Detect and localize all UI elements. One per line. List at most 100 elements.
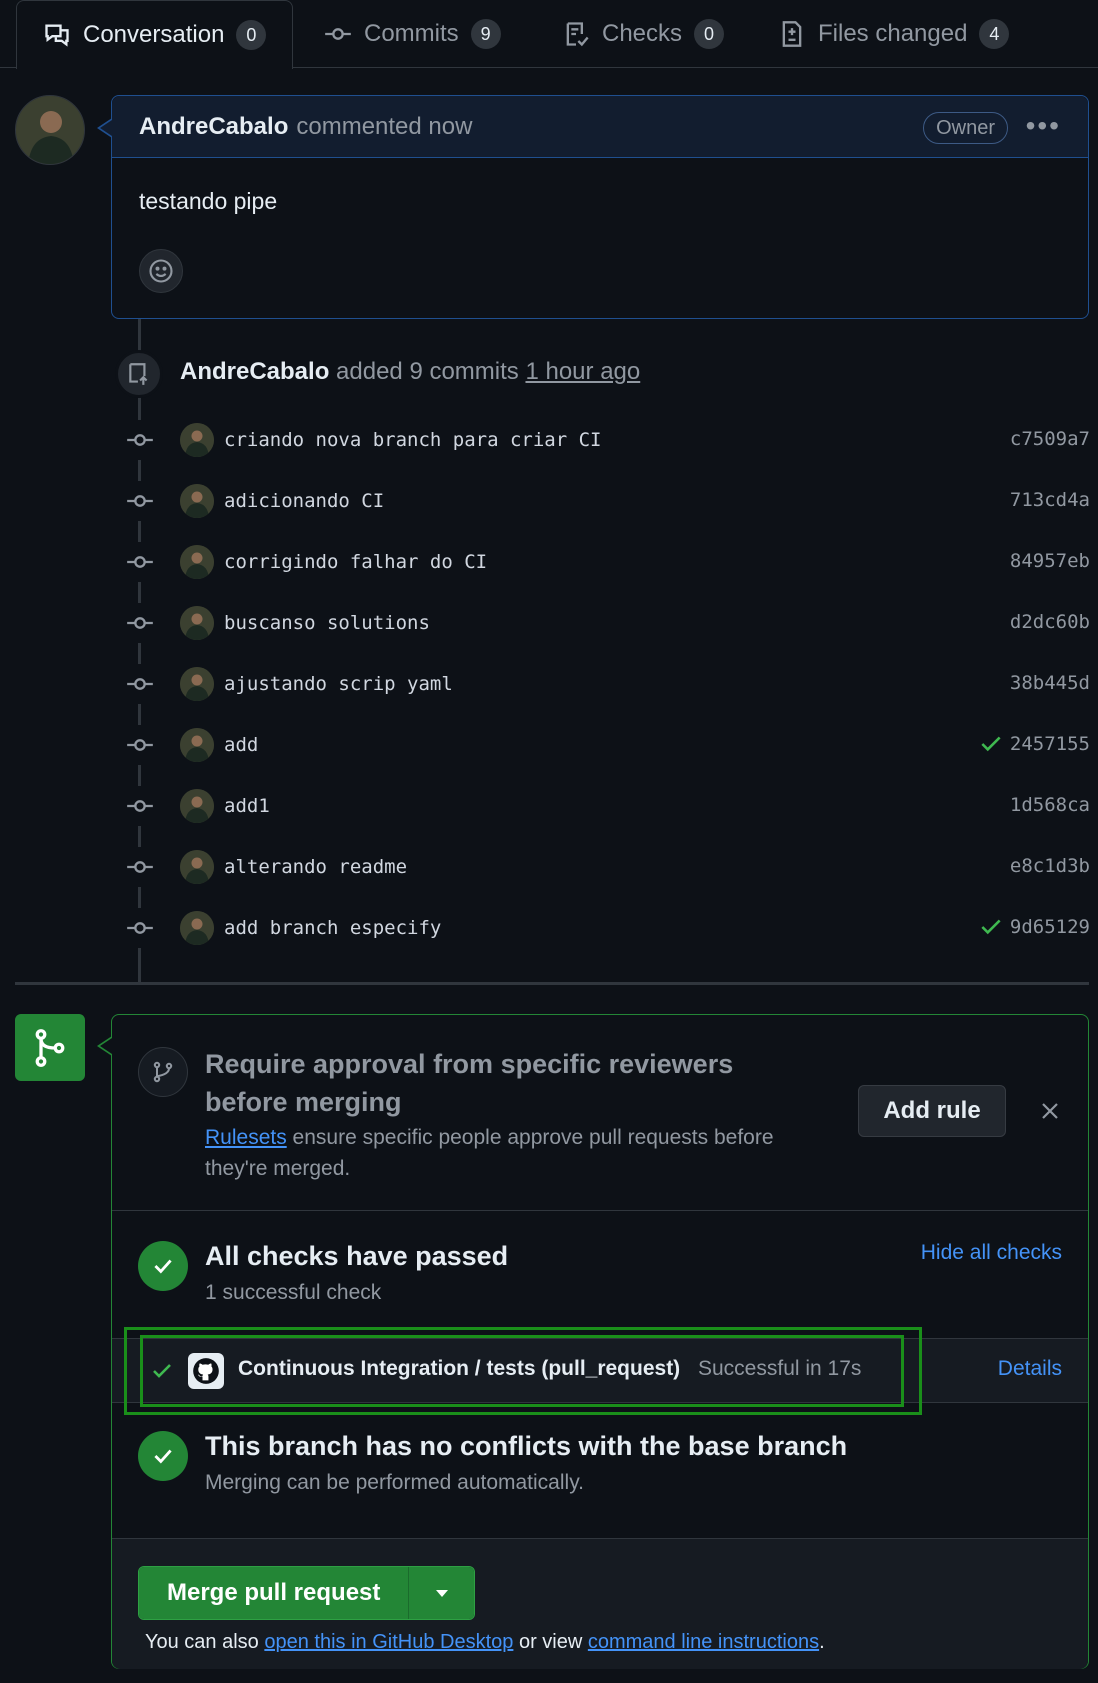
tab-conversation[interactable]: Conversation 0 <box>16 0 294 69</box>
tab-count: 9 <box>470 19 501 49</box>
avatar[interactable] <box>180 545 214 579</box>
avatar[interactable] <box>180 850 214 884</box>
push-time[interactable]: 1 hour ago <box>525 358 640 385</box>
tab-label: Commits <box>364 20 459 47</box>
commit-message[interactable]: ajustando scrip yaml <box>224 673 453 695</box>
repo-push-icon <box>115 350 163 398</box>
avatar[interactable] <box>180 484 214 518</box>
git-commit-icon <box>120 481 160 521</box>
tab-label: Conversation <box>83 21 225 48</box>
check-icon[interactable] <box>978 731 1004 757</box>
merge-note: You can also open this in GitHub Desktop… <box>145 1631 825 1654</box>
commit-sha[interactable]: 713cd4a <box>1010 489 1090 511</box>
user-photo-icon <box>16 96 84 164</box>
commit-sha[interactable]: d2dc60b <box>1010 611 1090 633</box>
commit-sha[interactable]: 2457155 <box>1010 733 1090 755</box>
add-rule-button[interactable]: Add rule <box>858 1085 1006 1137</box>
tab-files-changed[interactable]: Files changed 4 <box>778 0 1010 68</box>
commit-row[interactable]: add branch especify 9d65129 <box>120 908 1090 948</box>
commit-message[interactable]: alterando readme <box>224 856 407 878</box>
comment-card: AndreCabalo commented now Owner ••• test… <box>111 95 1089 319</box>
check-icon <box>153 1364 171 1378</box>
tab-checks[interactable]: Checks 0 <box>562 0 725 68</box>
tab-count: 4 <box>979 19 1010 49</box>
merge-pointer-inner <box>100 1038 112 1054</box>
check-icon[interactable] <box>978 914 1004 940</box>
github-desktop-link[interactable]: open this in GitHub Desktop <box>264 1631 513 1653</box>
merge-button-group: Merge pull request <box>138 1566 476 1620</box>
commit-sha[interactable]: 84957eb <box>1010 550 1090 572</box>
git-commit-icon <box>120 420 160 460</box>
tab-label: Checks <box>602 20 683 47</box>
checklist-icon <box>566 22 589 47</box>
commit-message[interactable]: adicionando CI <box>224 490 384 512</box>
ci-check-status: Successful in 17s <box>698 1357 862 1380</box>
commit-message[interactable]: add <box>224 734 258 756</box>
note-suffix: . <box>819 1631 825 1653</box>
merge-box: Require approval from specific reviewers… <box>111 1014 1089 1669</box>
kebab-menu-icon[interactable]: ••• <box>1026 112 1061 140</box>
commit-row[interactable]: ajustando scrip yaml 38b445d <box>120 664 1090 704</box>
rule-desc-text: ensure specific people approve pull requ… <box>205 1126 774 1180</box>
conflicts-title: This branch has no conflicts with the ba… <box>205 1431 848 1461</box>
comment-author[interactable]: AndreCabalo <box>139 113 288 141</box>
note-middle: or view <box>513 1631 588 1653</box>
timeline-divider <box>15 982 1089 985</box>
commit-sha[interactable]: 9d65129 <box>1010 916 1090 938</box>
commit-message[interactable]: add1 <box>224 795 270 817</box>
commit-message[interactable]: buscanso solutions <box>224 612 430 634</box>
commit-row[interactable]: corrigindo falhar do CI 84957eb <box>120 542 1090 582</box>
git-commit-icon <box>120 786 160 826</box>
hide-all-checks-link[interactable]: Hide all checks <box>921 1241 1062 1265</box>
ruleset-suggestion: Require approval from specific reviewers… <box>112 1015 1088 1211</box>
push-author[interactable]: AndreCabalo <box>180 358 329 385</box>
commit-row[interactable]: add 2457155 <box>120 725 1090 765</box>
ci-check-name: Continuous Integration / tests (pull_req… <box>238 1357 681 1380</box>
git-merge-icon <box>15 1014 85 1081</box>
comment-header: AndreCabalo commented now Owner ••• <box>112 96 1088 158</box>
avatar[interactable] <box>180 667 214 701</box>
merge-pull-request-button[interactable]: Merge pull request <box>139 1567 409 1619</box>
commit-sha[interactable]: 38b445d <box>1010 672 1090 694</box>
git-commit-icon <box>325 28 351 40</box>
rulesets-link[interactable]: Rulesets <box>205 1126 287 1149</box>
rule-title: Require approval from specific reviewers… <box>205 1049 734 1117</box>
commit-row[interactable]: alterando readme e8c1d3b <box>120 847 1090 887</box>
git-commit-icon <box>120 664 160 704</box>
comment-body: testando pipe <box>139 188 278 214</box>
avatar[interactable] <box>180 423 214 457</box>
commit-message[interactable]: criando nova branch para criar CI <box>224 429 602 451</box>
avatar[interactable] <box>180 606 214 640</box>
triangle-down-icon <box>435 1590 448 1597</box>
commit-row[interactable]: criando nova branch para criar CI c7509a7 <box>120 420 1090 460</box>
avatar[interactable] <box>180 728 214 762</box>
comment-discussion-icon <box>45 24 69 47</box>
commit-sha[interactable]: c7509a7 <box>1010 428 1090 450</box>
commit-sha[interactable]: 1d568ca <box>1010 794 1090 816</box>
command-line-link[interactable]: command line instructions <box>588 1631 819 1653</box>
commit-row[interactable]: buscanso solutions d2dc60b <box>120 603 1090 643</box>
note-prefix: You can also <box>145 1631 265 1653</box>
ci-check-row[interactable]: Continuous Integration / tests (pull_req… <box>112 1327 1088 1415</box>
avatar[interactable] <box>15 95 85 165</box>
merge-options-dropdown[interactable] <box>408 1567 475 1619</box>
commit-row[interactable]: add1 1d568ca <box>120 786 1090 826</box>
add-reaction-button[interactable] <box>139 249 183 293</box>
owner-badge: Owner <box>923 112 1008 144</box>
commit-sha[interactable]: e8c1d3b <box>1010 855 1090 877</box>
close-icon[interactable] <box>1036 1097 1064 1125</box>
details-link[interactable]: Details <box>998 1357 1062 1381</box>
avatar[interactable] <box>180 911 214 945</box>
tab-label: Files changed <box>818 20 968 47</box>
conflicts-subtitle: Merging can be performed automatically. <box>205 1471 584 1494</box>
git-commit-icon <box>120 725 160 765</box>
commit-message[interactable]: add branch especify <box>224 917 441 939</box>
git-commit-icon <box>120 542 160 582</box>
commit-row[interactable]: adicionando CI 713cd4a <box>120 481 1090 521</box>
avatar[interactable] <box>180 789 214 823</box>
check-circle-icon <box>138 1241 188 1291</box>
commit-message[interactable]: corrigindo falhar do CI <box>224 551 487 573</box>
checks-summary: All checks have passed 1 successful chec… <box>112 1211 1088 1339</box>
tab-commits[interactable]: Commits 9 <box>324 0 501 68</box>
conflicts-status: This branch has no conflicts with the ba… <box>112 1403 1088 1539</box>
